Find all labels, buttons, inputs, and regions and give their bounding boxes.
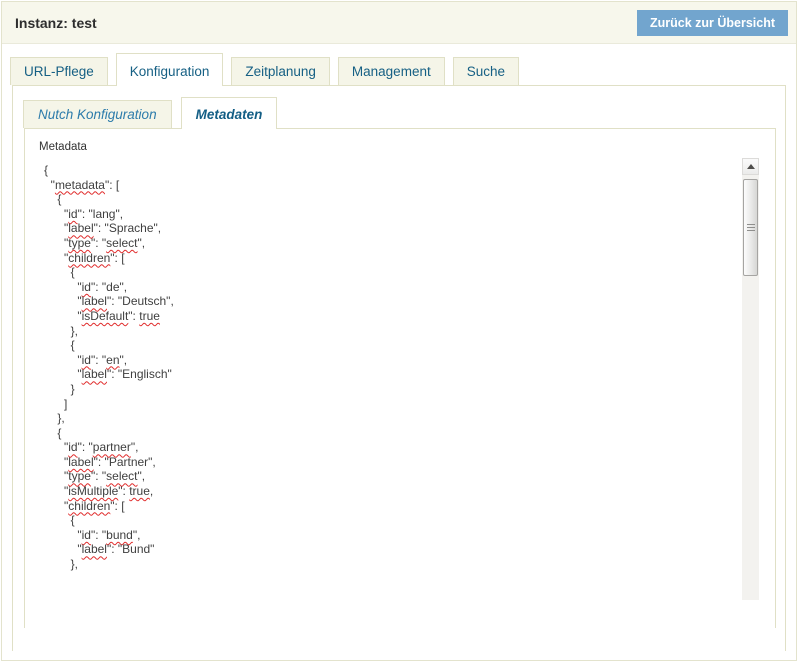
back-to-overview-button[interactable]: Zurück zur Übersicht [637, 10, 788, 36]
arrow-up-icon [747, 164, 755, 169]
sub-tabs: Nutch Konfiguration Metadaten [13, 97, 785, 128]
page-container: Instanz: test Zurück zur Übersicht URL-P… [1, 1, 797, 661]
tab-url-pflege[interactable]: URL-Pflege [10, 57, 108, 85]
tab-zeitplanung[interactable]: Zeitplanung [231, 57, 330, 85]
main-tabs: URL-Pflege Konfiguration Zeitplanung Man… [2, 53, 796, 85]
scrollbar-up-button[interactable] [742, 158, 759, 175]
scrollbar-grip [747, 224, 755, 232]
tab-management[interactable]: Management [338, 57, 445, 85]
subtab-metadaten[interactable]: Metadaten [181, 97, 278, 129]
konfiguration-panel: Nutch Konfiguration Metadaten Metadata {… [12, 85, 786, 651]
page-title: Instanz: test [15, 15, 637, 31]
page-header: Instanz: test Zurück zur Übersicht [2, 2, 796, 44]
metadata-label: Metadata [39, 141, 775, 153]
json-content: { "metadata": [ { "id": "lang", "label":… [40, 158, 759, 572]
tab-konfiguration[interactable]: Konfiguration [116, 53, 224, 86]
tab-suche[interactable]: Suche [453, 57, 519, 85]
metadata-textarea[interactable]: { "metadata": [ { "id": "lang", "label":… [40, 158, 759, 600]
subtab-nutch-konfiguration[interactable]: Nutch Konfiguration [23, 100, 172, 128]
textarea-scrollbar[interactable] [742, 158, 759, 600]
metadaten-panel: Metadata { "metadata": [ { "id": "lang",… [24, 128, 776, 628]
scrollbar-thumb[interactable] [743, 179, 758, 276]
